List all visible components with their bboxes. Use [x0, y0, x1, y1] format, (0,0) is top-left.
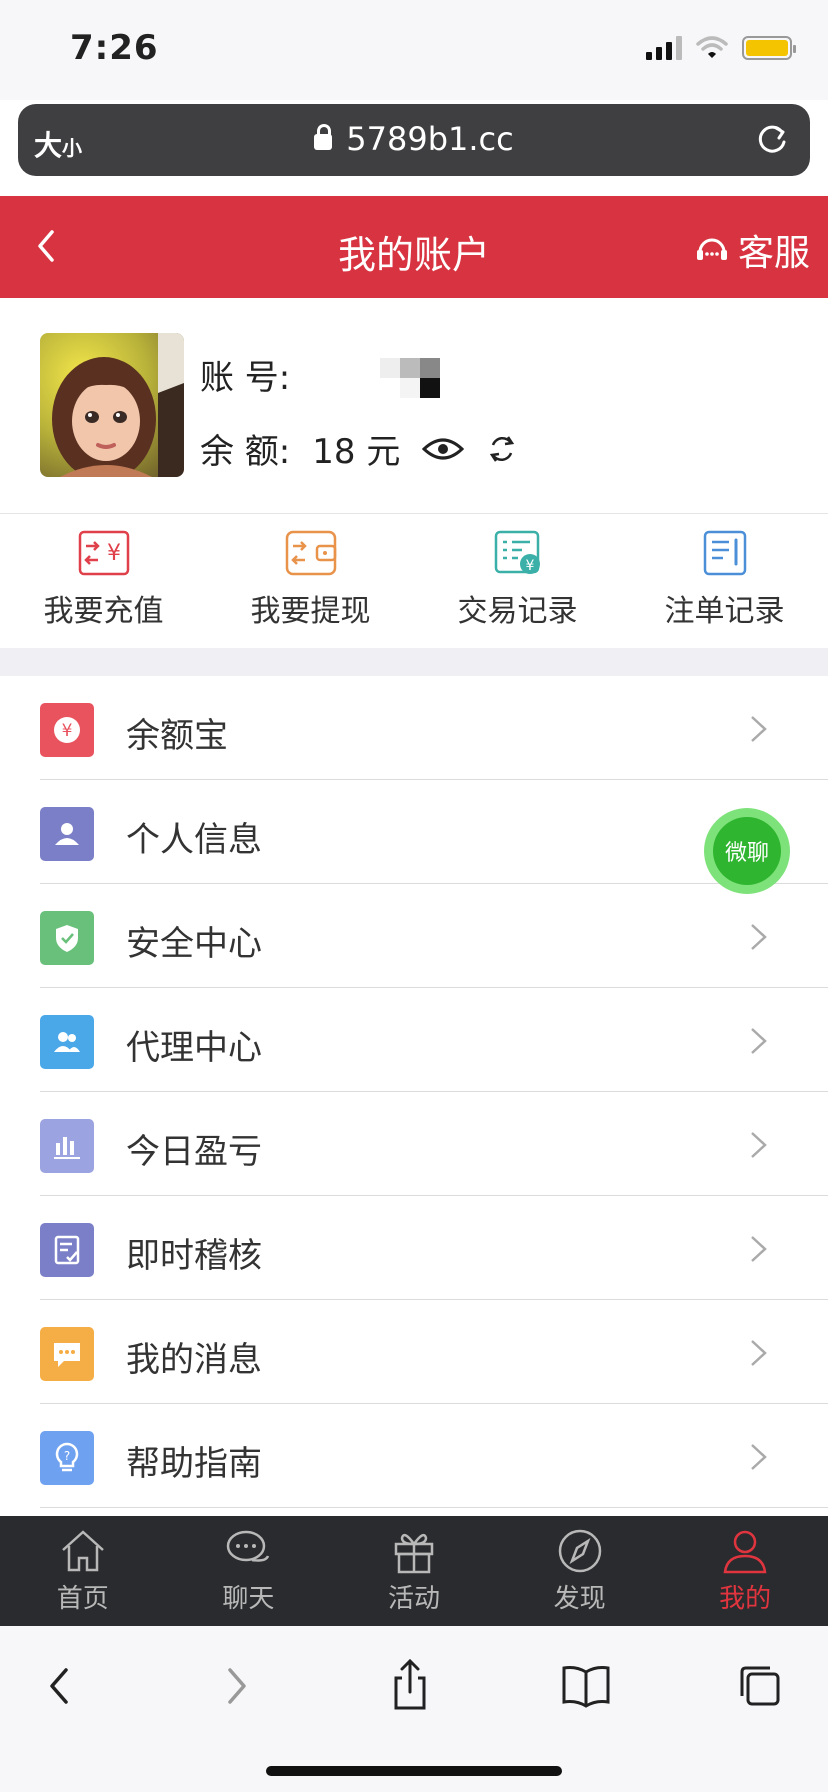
compass-icon: [558, 1529, 601, 1573]
user-icon: [40, 807, 94, 861]
tab-discover[interactable]: 发现: [497, 1516, 663, 1626]
svg-text:¥: ¥: [107, 541, 121, 566]
refresh-icon[interactable]: [486, 433, 518, 465]
wifi-icon: [696, 36, 728, 58]
address-bar[interactable]: 大小 5789b1.cc: [18, 104, 810, 176]
account-number-row: 账 号:: [200, 350, 290, 399]
menu-label: 今日盈亏: [126, 1132, 262, 1172]
tab-mine[interactable]: 我的: [662, 1516, 828, 1626]
status-bar: 7:26: [0, 0, 828, 100]
chevron-right-icon: [751, 716, 767, 742]
browser-forward-icon[interactable]: [206, 1656, 266, 1716]
account-label: 账 号:: [200, 358, 291, 398]
tab-label: 发现: [553, 1584, 606, 1614]
tabs-icon[interactable]: [730, 1656, 790, 1716]
chevron-right-icon: [751, 924, 767, 950]
svg-text:¥: ¥: [62, 721, 73, 741]
balance-row: 余 额: 18 元: [200, 424, 518, 473]
section-divider: [0, 648, 828, 676]
menu-label: 安全中心: [126, 924, 262, 964]
lightbulb-icon: ?: [40, 1431, 94, 1485]
svg-text:¥: ¥: [525, 558, 534, 574]
tab-label: 我的: [719, 1584, 772, 1614]
gift-icon: [394, 1533, 434, 1574]
yen-icon: ¥: [40, 703, 94, 757]
lock-icon: [314, 124, 333, 150]
signal-icon: [646, 36, 682, 60]
chevron-right-icon: [751, 1236, 767, 1262]
menu-label: 即时稽核: [126, 1236, 262, 1276]
chevron-right-icon: [751, 1028, 767, 1054]
menu-item-audit[interactable]: 即时稽核: [0, 1196, 828, 1300]
account-menu: ¥ 余额宝 个人信息 安全中心 代理中心 今日盈亏 即时稽核 我的消息 ? 帮助…: [0, 676, 828, 1508]
status-icons: [646, 36, 796, 60]
url-host-text: 5789b1.cc: [346, 120, 514, 158]
home-indicator: [266, 1766, 562, 1776]
menu-item-agent[interactable]: 代理中心: [0, 988, 828, 1092]
menu-item-messages[interactable]: 我的消息: [0, 1300, 828, 1404]
bookmarks-icon[interactable]: [556, 1656, 616, 1716]
eye-icon[interactable]: [422, 435, 465, 463]
headset-icon: [696, 238, 727, 260]
tab-home[interactable]: 首页: [0, 1516, 166, 1626]
account-summary: 账 号: 余 额: 18 元: [0, 298, 828, 514]
users-icon: [40, 1015, 94, 1069]
person-icon: [723, 1530, 767, 1574]
customer-service-button[interactable]: 客服: [694, 224, 810, 276]
tab-label: 聊天: [222, 1584, 275, 1614]
masked-account-value: [380, 358, 440, 398]
menu-label: 个人信息: [126, 820, 262, 860]
bet-records-label: 注单记录: [664, 594, 785, 629]
menu-label: 我的消息: [126, 1340, 262, 1380]
tab-chat[interactable]: 聊天: [166, 1516, 332, 1626]
chat-icon: [227, 1530, 270, 1562]
avatar[interactable]: [40, 333, 184, 477]
home-icon: [61, 1530, 104, 1572]
withdraw-button[interactable]: 我要提现: [207, 516, 414, 648]
menu-item-profile[interactable]: 个人信息: [0, 780, 828, 884]
chevron-right-icon: [751, 1340, 767, 1366]
transaction-record-icon: ¥: [494, 530, 540, 574]
bet-records-button[interactable]: 注单记录: [621, 516, 828, 648]
balance-value: 18 元: [312, 432, 401, 472]
chevron-right-icon: [751, 1444, 767, 1470]
balance-label: 余 额:: [200, 432, 291, 472]
menu-item-yuebao[interactable]: ¥ 余额宝: [0, 676, 828, 780]
recharge-button[interactable]: ¥ 我要充值: [0, 516, 207, 648]
share-icon[interactable]: [380, 1656, 440, 1716]
shield-icon: [40, 911, 94, 965]
checklist-icon: [40, 1223, 94, 1277]
tab-activity[interactable]: 活动: [331, 1516, 497, 1626]
floating-chat-button[interactable]: 微聊: [704, 808, 790, 894]
chevron-right-icon: [751, 1132, 767, 1158]
withdraw-label: 我要提现: [250, 594, 371, 629]
svg-text:?: ?: [64, 1449, 70, 1463]
menu-item-help[interactable]: ? 帮助指南: [0, 1404, 828, 1508]
menu-label: 余额宝: [126, 716, 228, 756]
recharge-label: 我要充值: [43, 594, 164, 629]
transactions-label: 交易记录: [457, 594, 578, 629]
menu-item-security[interactable]: 安全中心: [0, 884, 828, 988]
battery-icon: [742, 36, 796, 60]
message-icon: [40, 1327, 94, 1381]
menu-item-daily-pnl[interactable]: 今日盈亏: [0, 1092, 828, 1196]
bar-chart-icon: [40, 1119, 94, 1173]
url-host[interactable]: 5789b1.cc: [18, 120, 810, 158]
bet-record-icon: [703, 530, 746, 576]
floating-chat-label: 微聊: [713, 817, 781, 885]
menu-label: 帮助指南: [126, 1444, 262, 1484]
quick-actions: ¥ 我要充值 我要提现 ¥ 交易记录 注单记录: [0, 516, 828, 648]
bottom-tab-bar: 首页 聊天 活动 发现 我的: [0, 1516, 828, 1626]
menu-label: 代理中心: [126, 1028, 262, 1068]
reload-icon[interactable]: [754, 122, 790, 158]
service-label: 客服: [737, 233, 810, 274]
status-time: 7:26: [70, 28, 159, 68]
transactions-button[interactable]: ¥ 交易记录: [414, 516, 621, 648]
tab-label: 活动: [387, 1584, 440, 1614]
tab-label: 首页: [56, 1584, 109, 1614]
wallet-icon: [285, 530, 336, 576]
recharge-icon: ¥: [78, 530, 129, 576]
browser-back-icon[interactable]: [30, 1656, 90, 1716]
page-header: 我的账户 客服: [0, 196, 828, 298]
